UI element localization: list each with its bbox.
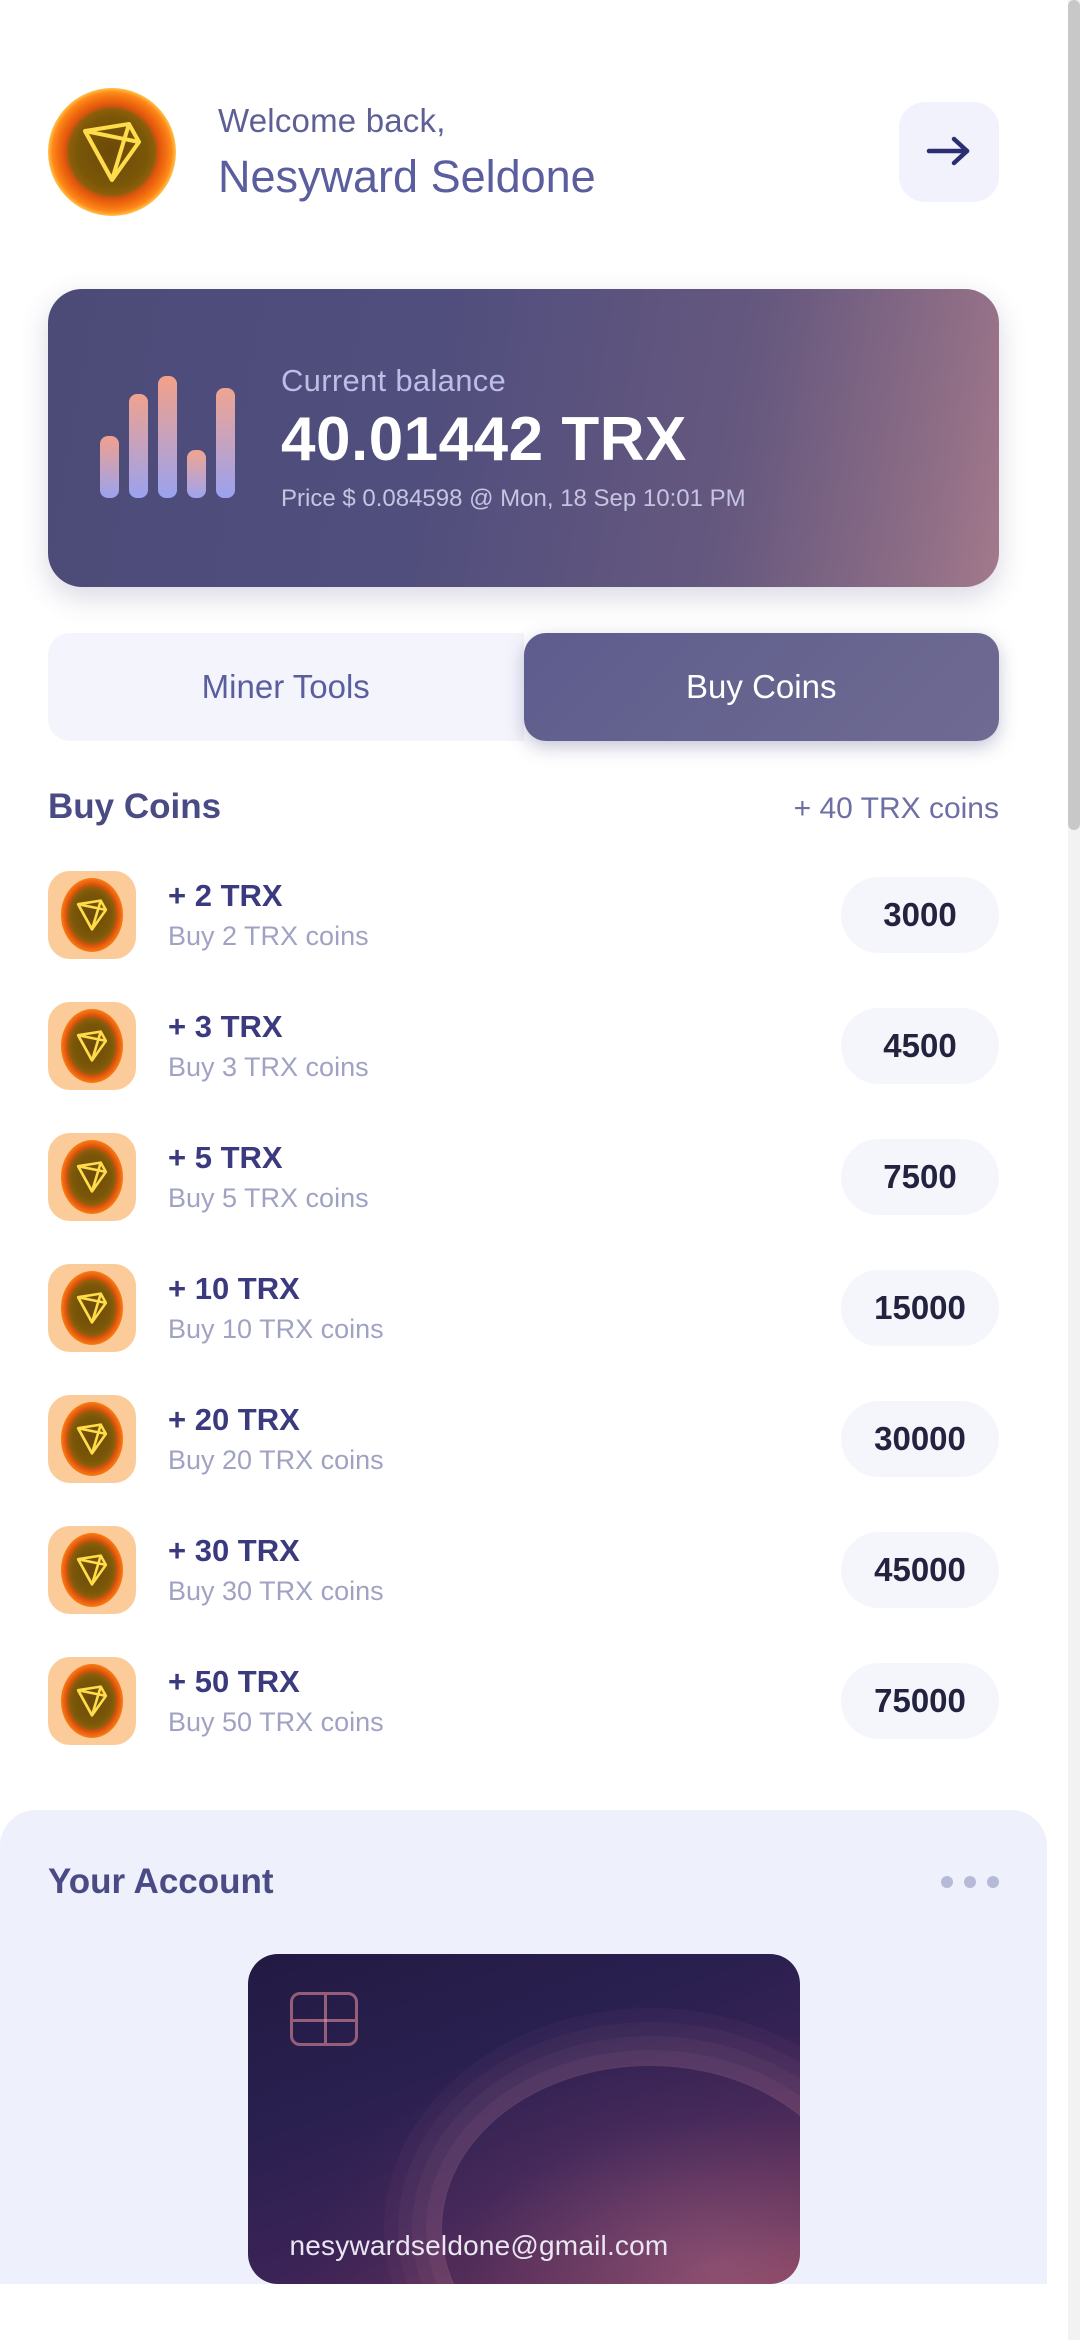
list-item-title: + 20 TRX (168, 1402, 300, 1438)
list-item-title: + 10 TRX (168, 1271, 300, 1307)
list-item[interactable]: + 2 TRX Buy 2 TRX coins 3000 (0, 849, 1047, 980)
list-item-subtitle: Buy 10 TRX coins (168, 1313, 384, 1344)
list-item-title: + 3 TRX (168, 1009, 283, 1045)
more-horizontal-icon[interactable] (941, 1876, 999, 1888)
balance-text-block: Current balance 40.01442 TRX Price $ 0.0… (281, 363, 746, 513)
list-item-title: + 50 TRX (168, 1664, 300, 1700)
list-item-price[interactable]: 3000 (841, 876, 999, 953)
list-item[interactable]: + 20 TRX Buy 20 TRX coins 30000 (0, 1373, 1047, 1504)
tron-coin-icon (48, 1394, 136, 1483)
section-title: Buy Coins (48, 787, 222, 826)
tron-coin-icon (48, 1001, 136, 1090)
list-item-price[interactable]: 15000 (841, 1269, 999, 1346)
list-item-subtitle: Buy 3 TRX coins (168, 1051, 369, 1082)
list-item-price[interactable]: 45000 (841, 1531, 999, 1608)
account-title: Your Account (48, 1862, 274, 1901)
tron-coin-icon (48, 1132, 136, 1221)
user-name: Nesyward Seldone (218, 150, 596, 202)
welcome-block: Welcome back, Nesyward Seldone (218, 101, 899, 202)
scrollbar-track[interactable] (1068, 0, 1080, 2340)
account-card[interactable]: nesywardseldone@gmail.com (248, 1954, 800, 2284)
section-note: + 40 TRX coins (793, 792, 999, 825)
header: Welcome back, Nesyward Seldone (0, 0, 1047, 216)
list-item-title: + 5 TRX (168, 1140, 283, 1176)
buy-coins-list: + 2 TRX Buy 2 TRX coins 3000 + 3 TRX Buy… (0, 849, 1047, 1766)
account-email: nesywardseldone@gmail.com (289, 2230, 669, 2261)
list-item-title: + 2 TRX (168, 878, 283, 914)
tron-coin-icon (48, 88, 176, 216)
list-item[interactable]: + 5 TRX Buy 5 TRX coins 7500 (0, 1111, 1047, 1242)
list-item-subtitle: Buy 2 TRX coins (168, 920, 369, 951)
tron-coin-icon (48, 1656, 136, 1745)
scrollable-content: Welcome back, Nesyward Seldone Current b… (0, 0, 1047, 2340)
tab-miner-tools[interactable]: Miner Tools (48, 633, 524, 741)
list-item-subtitle: Buy 50 TRX coins (168, 1706, 384, 1737)
buy-coins-section-header: Buy Coins + 40 TRX coins (48, 787, 999, 827)
list-item-subtitle: Buy 30 TRX coins (168, 1575, 384, 1606)
card-chip-icon (289, 1992, 358, 2046)
account-section-header: Your Account (48, 1862, 999, 1902)
tron-coin-icon (48, 1525, 136, 1614)
arrow-right-icon (925, 134, 973, 171)
balance-price-line: Price $ 0.084598 @ Mon, 18 Sep 10:01 PM (281, 485, 746, 513)
list-item-price[interactable]: 4500 (841, 1007, 999, 1084)
scrollbar-thumb[interactable] (1068, 0, 1080, 830)
list-item-price[interactable]: 30000 (841, 1400, 999, 1477)
list-item-price[interactable]: 7500 (841, 1138, 999, 1215)
balance-card[interactable]: Current balance 40.01442 TRX Price $ 0.0… (48, 289, 999, 587)
tab-bar: Miner Tools Buy Coins (48, 633, 999, 741)
tab-buy-coins[interactable]: Buy Coins (523, 633, 999, 741)
app-screen: Welcome back, Nesyward Seldone Current b… (0, 0, 1080, 2340)
list-item[interactable]: + 30 TRX Buy 30 TRX coins 45000 (0, 1504, 1047, 1635)
balance-label: Current balance (281, 362, 507, 398)
balance-amount: 40.01442 TRX (281, 404, 687, 474)
list-item-title: + 30 TRX (168, 1533, 300, 1569)
account-section: Your Account nesywardseldone@gmail.com (0, 1810, 1047, 2284)
list-item-price[interactable]: 75000 (841, 1662, 999, 1739)
list-item-subtitle: Buy 20 TRX coins (168, 1444, 384, 1475)
tron-coin-icon (48, 1263, 136, 1352)
welcome-prefix: Welcome back, (218, 102, 446, 140)
list-item-subtitle: Buy 5 TRX coins (168, 1182, 369, 1213)
list-item[interactable]: + 10 TRX Buy 10 TRX coins 15000 (0, 1242, 1047, 1373)
list-item[interactable]: + 50 TRX Buy 50 TRX coins 75000 (0, 1635, 1047, 1766)
tron-coin-icon (48, 870, 136, 959)
list-item[interactable]: + 3 TRX Buy 3 TRX coins 4500 (0, 980, 1047, 1111)
forward-button[interactable] (899, 102, 999, 202)
bar-chart-icon (100, 376, 235, 498)
